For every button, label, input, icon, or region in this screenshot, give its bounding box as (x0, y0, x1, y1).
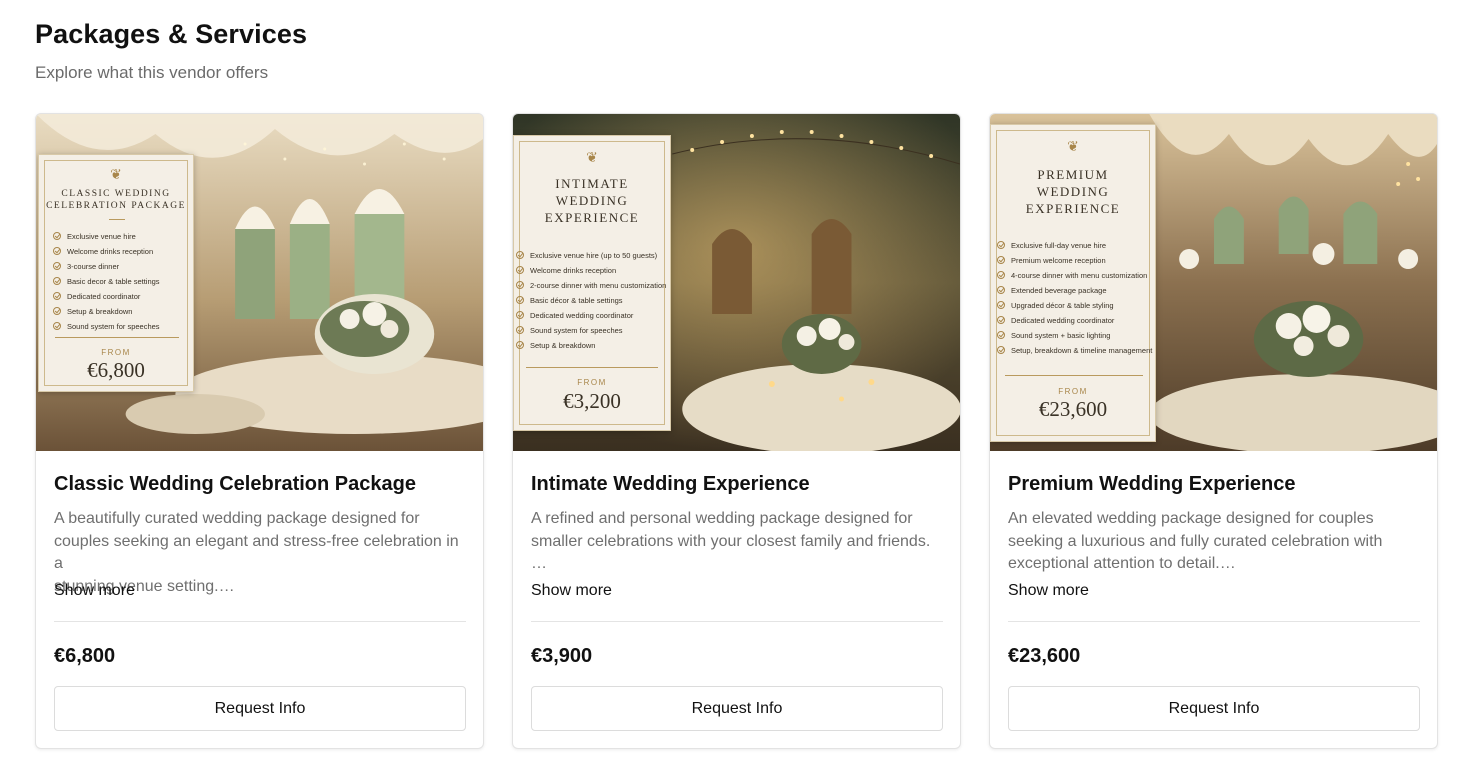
menu-item: Upgraded décor & table styling (997, 298, 1152, 313)
package-price: €6,800 (54, 645, 116, 667)
menu-item: Setup & breakdown (516, 338, 666, 353)
check-icon (516, 266, 524, 274)
package-menu-card: ❦ Intimate Wedding Experience Exclusive … (513, 135, 671, 431)
crest-icon: ❦ (1067, 140, 1079, 155)
section-subtitle: Explore what this vendor offers (35, 63, 269, 82)
menu-item: Premium welcome reception (997, 253, 1152, 268)
menu-item: Dedicated coordinator (53, 289, 160, 304)
check-icon (997, 241, 1005, 249)
package-menu-card: ❦ Premium Wedding Experience Exclusive f… (990, 124, 1156, 442)
package-image[interactable]: ❦ Intimate Wedding Experience Exclusive … (513, 114, 960, 451)
section-title: Packages & Services (35, 19, 308, 49)
check-icon (53, 262, 61, 270)
show-more-button[interactable]: Show more (54, 582, 135, 600)
package-description: A refined and personal wedding package d… (531, 510, 931, 572)
menu-title-line: Classic Wedding (61, 189, 171, 199)
package-menu-card: ❦ Classic Wedding Celebration Package Ex… (38, 154, 194, 392)
menu-title-line: Intimate (555, 176, 629, 191)
check-icon (516, 341, 524, 349)
menu-from-label: FROM (577, 378, 607, 387)
package-title: Classic Wedding Celebration Package (54, 473, 416, 495)
menu-item: Dedicated wedding coordinator (997, 313, 1152, 328)
crest-icon: ❦ (586, 151, 598, 166)
check-icon (516, 281, 524, 289)
package-image[interactable]: ❦ Classic Wedding Celebration Package Ex… (36, 114, 483, 451)
request-info-button[interactable]: Request Info (54, 686, 466, 731)
divider (531, 621, 943, 622)
package-description: An elevated wedding package designed for… (1008, 510, 1383, 572)
menu-item: Sound system + basic lighting (997, 328, 1152, 343)
menu-item: Exclusive venue hire (53, 229, 160, 244)
menu-item: Welcome drinks reception (516, 263, 666, 278)
divider (1008, 621, 1420, 622)
menu-item: Dedicated wedding coordinator (516, 308, 666, 323)
check-icon (516, 311, 524, 319)
menu-item: 2-course dinner with menu customization (516, 278, 666, 293)
check-icon (997, 256, 1005, 264)
menu-item-list: Exclusive venue hire Welcome drinks rece… (53, 229, 160, 334)
package-card-classic: ❦ Classic Wedding Celebration Package Ex… (35, 113, 484, 749)
package-cards: ❦ Classic Wedding Celebration Package Ex… (35, 113, 1438, 749)
package-price: €3,900 (531, 645, 593, 667)
check-icon (516, 326, 524, 334)
package-image[interactable]: ❦ Premium Wedding Experience Exclusive f… (990, 114, 1437, 451)
package-title: Intimate Wedding Experience (531, 473, 810, 495)
menu-item: Setup & breakdown (53, 304, 160, 319)
check-icon (53, 307, 61, 315)
show-more-button[interactable]: Show more (531, 582, 612, 600)
check-icon (53, 277, 61, 285)
menu-title-line: Experience (544, 209, 640, 225)
menu-item: 3-course dinner (53, 259, 160, 274)
menu-title-line: Celebration Package (46, 201, 186, 212)
menu-item-list: Exclusive full-day venue hire Premium we… (997, 238, 1152, 358)
check-icon (53, 247, 61, 255)
check-icon (516, 296, 524, 304)
menu-title-line: Wedding (1036, 183, 1110, 199)
menu-item: 4-course dinner with menu customization (997, 268, 1152, 283)
request-info-button[interactable]: Request Info (531, 686, 943, 731)
check-icon (53, 292, 61, 300)
check-icon (997, 286, 1005, 294)
package-card-intimate: ❦ Intimate Wedding Experience Exclusive … (512, 113, 961, 749)
menu-item: Setup, breakdown & timeline management (997, 343, 1152, 358)
menu-item: Sound system for speeches (53, 319, 160, 334)
package-price: €23,600 (1008, 645, 1081, 667)
menu-item: Exclusive full-day venue hire (997, 238, 1152, 253)
menu-item: Sound system for speeches (516, 323, 666, 338)
check-icon (997, 271, 1005, 279)
check-icon (997, 346, 1005, 354)
check-icon (997, 331, 1005, 339)
menu-item-list: Exclusive venue hire (up to 50 guests) W… (516, 248, 666, 353)
menu-item: Extended beverage package (997, 283, 1152, 298)
menu-item: Basic decor & table settings (53, 274, 160, 289)
menu-price: €23,600 (1038, 397, 1108, 421)
menu-item: Exclusive venue hire (up to 50 guests) (516, 248, 666, 263)
menu-title-line: Experience (1025, 200, 1121, 216)
package-title: Premium Wedding Experience (1008, 473, 1296, 495)
divider (54, 621, 466, 622)
menu-price: €3,200 (563, 389, 621, 413)
check-icon (997, 316, 1005, 324)
menu-from-label: FROM (1058, 387, 1088, 396)
package-card-premium: ❦ Premium Wedding Experience Exclusive f… (989, 113, 1438, 749)
menu-item: Welcome drinks reception (53, 244, 160, 259)
check-icon (53, 232, 61, 240)
menu-price: €6,800 (87, 358, 145, 382)
menu-title-line: Wedding (555, 192, 629, 208)
menu-title-line: Premium (1037, 167, 1109, 182)
check-icon (997, 301, 1005, 309)
request-info-button[interactable]: Request Info (1008, 686, 1420, 731)
menu-from-label: FROM (101, 348, 131, 357)
menu-item: Basic décor & table settings (516, 293, 666, 308)
show-more-button[interactable]: Show more (1008, 582, 1089, 600)
crest-icon: ❦ (110, 168, 122, 183)
check-icon (53, 322, 61, 330)
check-icon (516, 251, 524, 259)
